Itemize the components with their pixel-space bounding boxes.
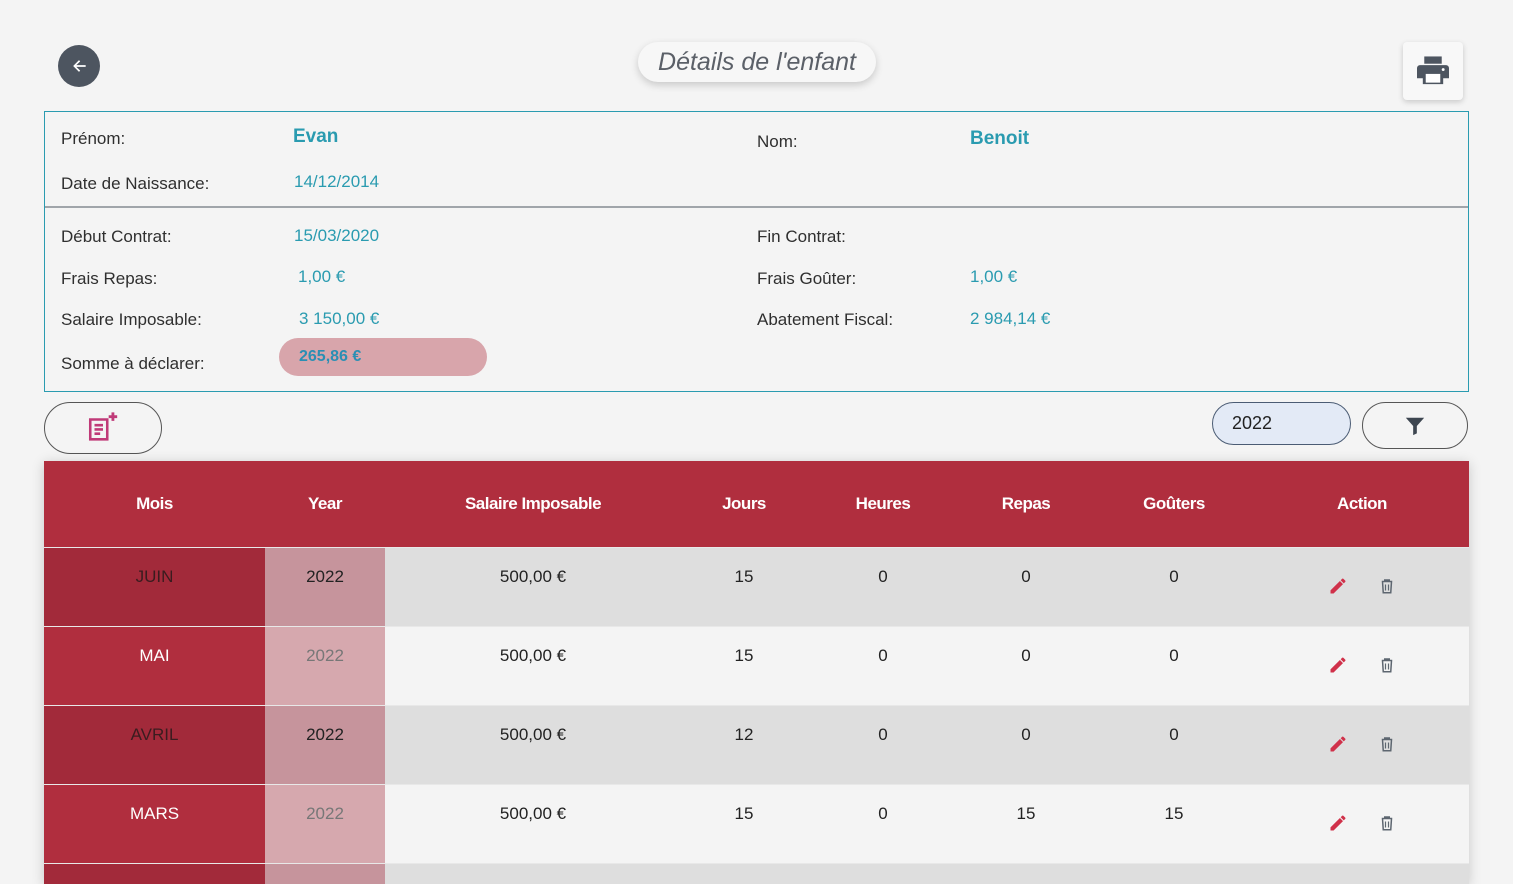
- somme-declarer-label: Somme à déclarer:: [61, 354, 205, 373]
- trash-icon[interactable]: [1378, 576, 1396, 626]
- frais-repas-value: 1,00 €: [298, 267, 346, 286]
- cell-gouters: 0: [1169, 725, 1179, 744]
- cell-year: 2022: [265, 785, 385, 863]
- print-button[interactable]: [1403, 42, 1463, 100]
- add-entry-button[interactable]: [44, 402, 162, 454]
- column-header-mois[interactable]: Mois: [44, 494, 265, 514]
- cell-jours: 15: [734, 646, 754, 665]
- cell-heures: 0: [878, 567, 888, 586]
- frais-repas-label: Frais Repas:: [61, 269, 158, 288]
- fin-contrat-label: Fin Contrat:: [757, 227, 846, 246]
- trash-icon[interactable]: [1378, 655, 1396, 705]
- table-header: Mois Year Salaire Imposable Jours Heures…: [44, 461, 1469, 547]
- cell-year: 2022: [265, 706, 385, 784]
- cell-year: 2022: [265, 548, 385, 626]
- salaire-imposable-value: 3 150,00 €: [299, 309, 380, 328]
- table-row: AVRIL 2022 500,00 € 12 0 0 0: [44, 705, 1469, 784]
- cell-mois: AVRIL: [44, 706, 265, 784]
- year-input[interactable]: [1212, 402, 1351, 445]
- nom-label: Nom:: [757, 132, 798, 151]
- filter-icon: [1405, 417, 1425, 435]
- cell-repas: 0: [1021, 646, 1031, 665]
- naissance-value: 14/12/2014: [294, 172, 380, 191]
- cell-action: [1255, 706, 1469, 784]
- column-header-year[interactable]: Year: [265, 494, 385, 514]
- trash-icon[interactable]: [1378, 734, 1396, 784]
- cell-salaire: 500,00 €: [499, 646, 567, 665]
- cell-jours: 15: [734, 804, 754, 823]
- cell-year: [265, 864, 385, 884]
- pencil-icon[interactable]: [1328, 655, 1348, 705]
- cell-heures: 0: [878, 725, 888, 744]
- table-row: JUIN 2022 500,00 € 15 0 0 0: [44, 547, 1469, 626]
- somme-declarer-badge: 265,86 €: [279, 338, 487, 376]
- cell-salaire: 500,00 €: [499, 725, 567, 744]
- column-header-action: Action: [1337, 494, 1387, 513]
- naissance-label: Date de Naissance:: [61, 174, 210, 193]
- cell-action: [1255, 548, 1469, 626]
- page-title: Détails de l'enfant: [638, 42, 876, 82]
- salaire-imposable-label: Salaire Imposable:: [61, 310, 202, 329]
- debut-contrat-label: Début Contrat:: [61, 227, 172, 246]
- table-row: MARS 2022 500,00 € 15 0 15 15: [44, 784, 1469, 863]
- table-row-partial: [44, 863, 1469, 884]
- cell-repas: 15: [1016, 804, 1036, 823]
- cell-heures: 0: [878, 646, 888, 665]
- column-header-salaire[interactable]: Salaire Imposable: [385, 494, 681, 514]
- pencil-icon[interactable]: [1328, 576, 1348, 626]
- cell-gouters: 0: [1169, 646, 1179, 665]
- section-divider: [45, 206, 1468, 208]
- cell-gouters: 0: [1169, 567, 1179, 586]
- add-note-icon: [88, 412, 118, 441]
- prenom-label: Prénom:: [61, 129, 126, 148]
- filter-button[interactable]: [1362, 402, 1468, 449]
- abattement-fiscal-value: 2 984,14 €: [970, 309, 1051, 328]
- abattement-fiscal-label: Abatement Fiscal:: [757, 310, 894, 329]
- cell-year: 2022: [265, 627, 385, 705]
- pencil-icon[interactable]: [1328, 734, 1348, 784]
- cell-mois: MARS: [44, 785, 265, 863]
- nom-value: Benoit: [970, 128, 1030, 149]
- arrow-left-icon: [73, 60, 86, 72]
- cell-salaire: 500,00 €: [499, 567, 567, 586]
- cell-mois: JUIN: [44, 548, 265, 626]
- cell-gouters: 15: [1164, 804, 1184, 823]
- column-header-jours[interactable]: Jours: [681, 494, 807, 514]
- pencil-icon[interactable]: [1328, 813, 1348, 863]
- cell-salaire: 500,00 €: [499, 804, 567, 823]
- debut-contrat-value: 15/03/2020: [294, 226, 380, 245]
- cell-jours: 12: [734, 725, 754, 744]
- column-header-repas[interactable]: Repas: [959, 494, 1093, 514]
- back-button[interactable]: [58, 45, 100, 87]
- printer-icon: [1417, 56, 1449, 85]
- cell-action: [1255, 785, 1469, 863]
- column-header-heures[interactable]: Heures: [807, 494, 959, 514]
- column-header-gouters[interactable]: Goûters: [1093, 494, 1255, 514]
- cell-action: [1255, 627, 1469, 705]
- cell-repas: 0: [1021, 725, 1031, 744]
- monthly-table: Mois Year Salaire Imposable Jours Heures…: [44, 461, 1469, 884]
- prenom-value: Evan: [293, 126, 339, 147]
- cell-jours: 15: [734, 567, 754, 586]
- child-info-card: Prénom: Evan Nom: Benoit Date de Naissan…: [44, 111, 1469, 392]
- cell-heures: 0: [878, 804, 888, 823]
- frais-gouter-value: 1,00 €: [970, 267, 1018, 286]
- cell-mois: [44, 864, 265, 884]
- trash-icon[interactable]: [1378, 813, 1396, 863]
- cell-mois: MAI: [44, 627, 265, 705]
- frais-gouter-label: Frais Goûter:: [757, 269, 857, 288]
- cell-repas: 0: [1021, 567, 1031, 586]
- table-row: MAI 2022 500,00 € 15 0 0 0: [44, 626, 1469, 705]
